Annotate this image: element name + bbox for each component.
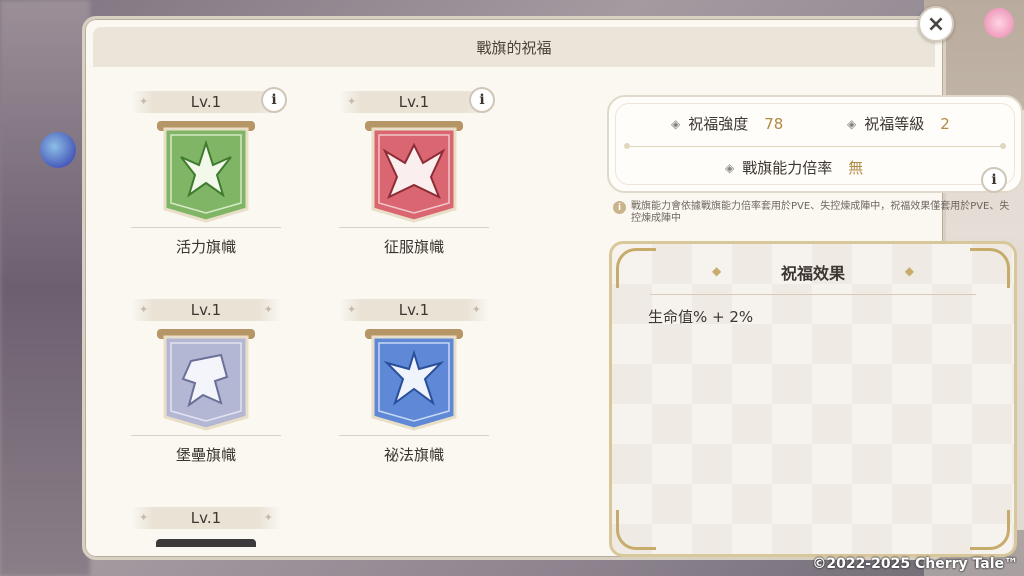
level-bar: ✦ Lv.1 ✦ i [131,87,287,113]
effect-title: 祝福效果 [780,264,845,283]
diamond-icon: ◆ [904,264,914,278]
banner-card-conquest[interactable]: ✦ Lv.1 ✦ i 征服旗幟 [339,87,495,257]
banner-card-arcane[interactable]: ✦ Lv.1 ✦ 祕法旗幟 [339,299,489,465]
corner-ornament [616,510,656,550]
ornament-icon: ✦ [347,303,357,316]
conquest-banner-icon [359,117,469,225]
background-left [0,0,90,576]
banner-level: Lv.1 [190,301,222,319]
level-bar: ✦ Lv.1 ✦ [131,507,281,529]
banner-card-fortress[interactable]: ✦ Lv.1 ✦ 堡壘旗幟 [131,299,281,465]
banner-level: Lv.1 [398,93,430,111]
divider [624,143,1006,149]
blessing-strength-row: ◈ 祝福強度 78 [671,113,783,134]
vitality-banner-icon [151,117,261,225]
blessing-level-row: ◈ 祝福等級 2 [847,113,950,134]
ornament-icon: ✦ [263,303,273,316]
banner-name: 活力旗幟 [175,238,236,256]
blessing-stats-box: ◈ 祝福強度 78 ◈ 祝福等級 2 ◈ 戰旗能力倍率 無 i [607,95,1023,193]
blessing-strength-value: 78 [764,114,784,133]
level-bar: ✦ Lv.1 ✦ [131,299,281,321]
banner-name: 征服旗幟 [383,238,444,256]
divider [131,227,281,228]
ornament-icon: ✦ [139,303,149,316]
note-text: 戰旗能力會依據戰旗能力倍率套用於PVE、失控煉成陣中，祝福效果僅套用於PVE、失… [631,201,1010,224]
fortress-banner-icon [151,325,261,433]
background-orb-icon [40,132,76,168]
blessing-level-value: 2 [940,114,950,133]
banner-blessing-panel: 戰旗的祝福 ✦ Lv.1 ✦ i 活力旗幟 ✦ Lv.1 ✦ i [82,16,1023,560]
level-bar: ✦ Lv.1 ✦ i [339,87,495,113]
rules-note: i 戰旗能力會依據戰旗能力倍率套用於PVE、失控煉成陣中，祝福效果僅套用於PVE… [613,201,1011,225]
pink-badge-icon [984,8,1014,38]
diamond-icon: ◈ [847,116,857,131]
blessing-effect-box: ◆ 祝福效果 ◆ 生命值% + 2% [609,241,1017,557]
banner-rod-icon [156,539,256,547]
ornament-icon: ✦ [263,511,273,524]
blessing-strength-label: 祝福強度 [688,115,749,133]
banner-name: 堡壘旗幟 [175,446,236,464]
arcane-banner-icon [359,325,469,433]
divider [131,435,281,436]
banner-level: Lv.1 [190,509,222,527]
ornament-icon: ✦ [139,95,149,108]
divider [339,435,489,436]
level-bar: ✦ Lv.1 ✦ [339,299,489,321]
ornament-icon: ✦ [347,95,357,108]
banner-name: 祕法旗幟 [383,446,444,464]
multiplier-value: 無 [848,159,864,177]
diamond-icon: ◈ [725,160,735,175]
close-button[interactable]: × [918,6,954,42]
diamond-icon: ◈ [671,116,681,131]
info-button[interactable]: i [469,87,495,113]
multiplier-label: 戰旗能力倍率 [742,159,833,177]
divider [339,227,489,228]
banner-card-vitality[interactable]: ✦ Lv.1 ✦ i 活力旗幟 [131,87,287,257]
banner-card-5[interactable]: ✦ Lv.1 ✦ [131,507,281,547]
ornament-icon: ✦ [139,511,149,524]
info-button[interactable]: i [261,87,287,113]
banner-level: Lv.1 [398,301,430,319]
divider [650,294,976,295]
banner-level: Lv.1 [190,93,222,111]
multiplier-row: ◈ 戰旗能力倍率 無 [725,157,863,178]
effect-text: 生命值% + 2% [648,308,754,326]
blessing-level-label: 祝福等級 [864,115,925,133]
copyright-text: ©2022-2025 Cherry Tale™ [812,556,1018,572]
panel-header: 戰旗的祝福 [93,27,935,67]
panel-title: 戰旗的祝福 [476,38,552,57]
info-button[interactable]: i [981,167,1007,193]
corner-ornament [970,510,1010,550]
info-icon: i [613,201,626,214]
ornament-icon: ✦ [471,303,481,316]
